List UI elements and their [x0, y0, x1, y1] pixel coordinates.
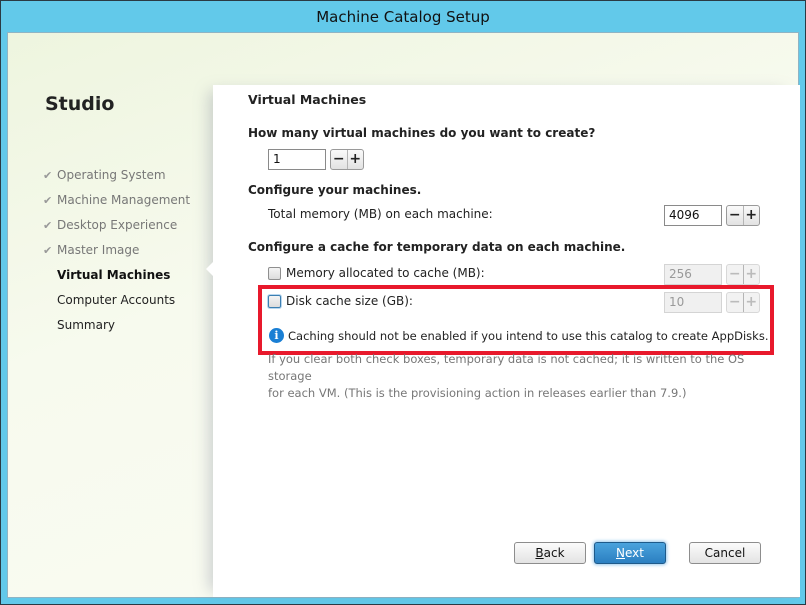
- nav-step-desktop-experience[interactable]: ✔ Desktop Experience: [43, 217, 190, 242]
- memory-label: Total memory (MB) on each machine:: [268, 207, 493, 221]
- check-icon: ✔: [43, 244, 53, 257]
- info-icon: i: [269, 328, 284, 343]
- content-panel: Virtual Machines How many virtual machin…: [206, 85, 800, 597]
- cache-note: If you clear both check boxes, temporary…: [268, 352, 745, 400]
- dialog-client-area: Studio ✔ Operating System ✔ Machine Manage…: [7, 32, 800, 598]
- section-title: Virtual Machines: [248, 92, 367, 107]
- vm-count-input[interactable]: 1: [268, 149, 326, 170]
- nav-step-operating-system[interactable]: ✔ Operating System: [43, 167, 190, 192]
- nav-step-machine-management[interactable]: ✔ Machine Management: [43, 192, 190, 217]
- disk-cache-checkbox[interactable]: [268, 295, 281, 308]
- cancel-button[interactable]: Cancel: [689, 542, 761, 564]
- check-icon: ✔: [43, 219, 53, 232]
- vm-count-stepper: − +: [330, 149, 364, 170]
- check-icon: ✔: [43, 169, 53, 182]
- increment-button[interactable]: +: [742, 206, 760, 225]
- memory-cache-label: Memory allocated to cache (MB):: [286, 266, 485, 280]
- next-button[interactable]: Next: [594, 542, 666, 564]
- decrement-button[interactable]: −: [727, 206, 743, 225]
- disk-cache-stepper: − +: [726, 292, 760, 313]
- vm-count-question: How many virtual machines do you want to…: [248, 126, 596, 140]
- memory-cache-input[interactable]: 256: [664, 264, 722, 285]
- studio-brand: Studio: [45, 93, 115, 115]
- dialog-window: Machine Catalog Setup Studio ✔ Operating …: [0, 0, 806, 605]
- nav-step-master-image[interactable]: ✔ Master Image: [43, 242, 190, 267]
- increment-button[interactable]: +: [346, 150, 364, 169]
- configure-heading: Configure your machines.: [248, 183, 422, 197]
- memory-stepper: − +: [726, 205, 760, 226]
- memory-cache-stepper: − +: [726, 264, 760, 285]
- window-title: Machine Catalog Setup: [316, 8, 490, 26]
- info-text: Caching should not be enabled if you int…: [288, 329, 769, 343]
- nav-step-virtual-machines: Virtual Machines: [57, 268, 171, 282]
- memory-cache-checkbox[interactable]: [268, 267, 281, 280]
- memory-input[interactable]: 4096: [664, 205, 722, 226]
- wizard-steps-nav: ✔ Operating System ✔ Machine Management ✔ D…: [43, 167, 190, 342]
- nav-step-computer-accounts: Computer Accounts: [57, 293, 176, 307]
- decrement-button[interactable]: −: [727, 293, 743, 312]
- check-icon: ✔: [43, 194, 53, 207]
- current-step-pointer: [206, 262, 213, 276]
- decrement-button[interactable]: −: [727, 265, 743, 284]
- disk-cache-input[interactable]: 10: [664, 292, 722, 313]
- disk-cache-label: Disk cache size (GB):: [286, 294, 413, 308]
- nav-step-summary: Summary: [57, 318, 115, 332]
- increment-button[interactable]: +: [742, 293, 760, 312]
- title-bar[interactable]: Machine Catalog Setup: [1, 1, 805, 31]
- decrement-button[interactable]: −: [331, 150, 347, 169]
- back-button[interactable]: Back: [514, 542, 586, 564]
- cache-heading: Configure a cache for temporary data on …: [248, 240, 626, 254]
- increment-button[interactable]: +: [742, 265, 760, 284]
